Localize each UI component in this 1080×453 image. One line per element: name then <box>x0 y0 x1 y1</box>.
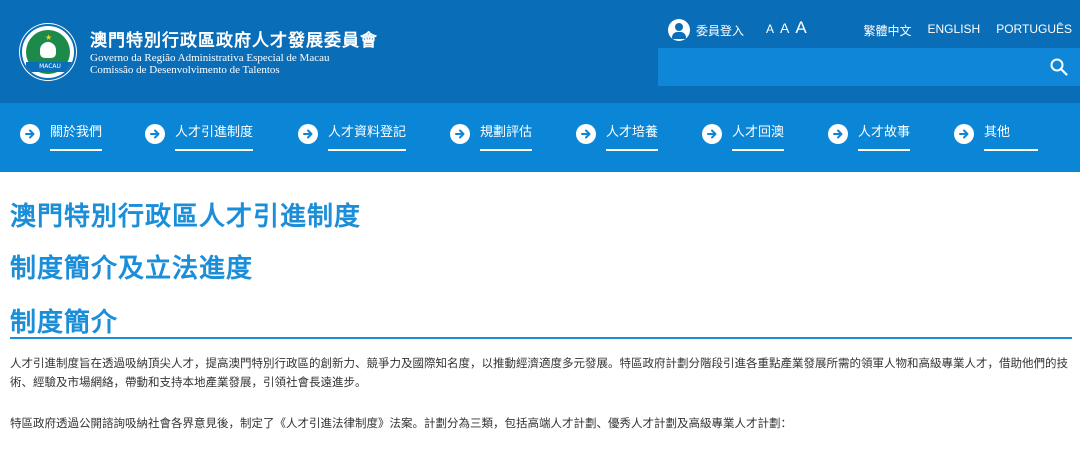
site-header: ★ MACAU 澳門特別行政區政府人才發展委員會 Governo da Regi… <box>0 0 1080 172</box>
nav-item-label: 人才故事 <box>858 123 911 151</box>
nav-item-others[interactable]: 其他 <box>954 123 1039 153</box>
search-icon[interactable] <box>1050 58 1068 76</box>
plan-paragraph: 特區政府透過公開諮詢吸納社會各界意見後，制定了《人才引進法律制度》法案。計劃分為… <box>10 416 792 430</box>
emblem-ribbon: MACAU <box>26 62 74 72</box>
font-size-small-button[interactable]: A <box>766 22 774 36</box>
arrow-right-icon <box>298 124 318 144</box>
lang-english[interactable]: ENGLISH <box>928 22 981 39</box>
nav-item-label: 其他 <box>984 123 1039 151</box>
page-title: 澳門特別行政區人才引進制度 <box>10 202 362 232</box>
org-title-chinese[interactable]: 澳門特別行政區政府人才發展委員會 <box>90 26 378 51</box>
font-size-medium-button[interactable]: A <box>780 20 789 36</box>
intro-paragraph: 人才引進制度旨在透過吸納頂尖人才，提高澳門特別行政區的創新力、競爭力及國際知名度… <box>10 356 1068 389</box>
user-icon <box>668 19 690 41</box>
page-subtitle: 制度簡介及立法進度 <box>10 254 254 284</box>
nav-item-talent-return[interactable]: 人才回澳 <box>702 123 785 153</box>
language-switcher: 繁體中文 ENGLISH PORTUGUÊS <box>848 22 1073 39</box>
font-size-controls: A A A <box>766 18 813 42</box>
nav-item-label: 人才培養 <box>606 123 659 151</box>
nav-item-talent-introduction[interactable]: 人才引進制度 <box>145 123 254 153</box>
arrow-right-icon <box>954 124 974 144</box>
nav-item-talent-stories[interactable]: 人才故事 <box>828 123 911 153</box>
header-top-bar: ★ MACAU 澳門特別行政區政府人才發展委員會 Governo da Regi… <box>0 0 1080 103</box>
arrow-right-icon <box>576 124 596 144</box>
section-title: 制度簡介 <box>10 308 119 338</box>
arrow-right-icon <box>20 124 40 144</box>
section-divider <box>10 337 1072 339</box>
nav-item-about[interactable]: 關於我們 <box>20 123 103 153</box>
search-input[interactable] <box>658 48 1080 86</box>
lang-portuguese[interactable]: PORTUGUÊS <box>996 22 1072 39</box>
nav-item-planning[interactable]: 規劃評估 <box>450 123 533 153</box>
member-login-link[interactable]: 委員登入 <box>668 18 744 42</box>
org-title-portuguese-line2: Comissão de Desenvolvimento de Talentos <box>90 64 280 76</box>
nav-item-talent-cultivation[interactable]: 人才培養 <box>576 123 659 153</box>
font-size-large-button[interactable]: A <box>795 18 806 38</box>
member-login-label: 委員登入 <box>696 23 745 38</box>
main-nav: 關於我們 人才引進制度 人才資料登記 規劃評估 人才培養 人才回澳 人才故事 其… <box>0 103 1080 172</box>
arrow-right-icon <box>702 124 722 144</box>
arrow-right-icon <box>450 124 470 144</box>
arrow-right-icon <box>145 124 165 144</box>
lang-traditional-chinese[interactable]: 繁體中文 <box>864 22 912 39</box>
nav-item-talent-registration[interactable]: 人才資料登記 <box>298 123 407 153</box>
nav-item-label: 人才資料登記 <box>328 123 407 151</box>
org-title-portuguese-line1: Governo da Região Administrativa Especia… <box>90 52 330 64</box>
arrow-right-icon <box>828 124 848 144</box>
macau-emblem-icon[interactable]: ★ MACAU <box>20 24 76 80</box>
lotus-icon <box>40 42 56 58</box>
nav-item-label: 人才回澳 <box>732 123 785 151</box>
nav-item-label: 關於我們 <box>50 123 103 151</box>
nav-item-label: 人才引進制度 <box>175 123 254 151</box>
star-icon: ★ <box>45 33 53 42</box>
nav-item-label: 規劃評估 <box>480 123 533 151</box>
